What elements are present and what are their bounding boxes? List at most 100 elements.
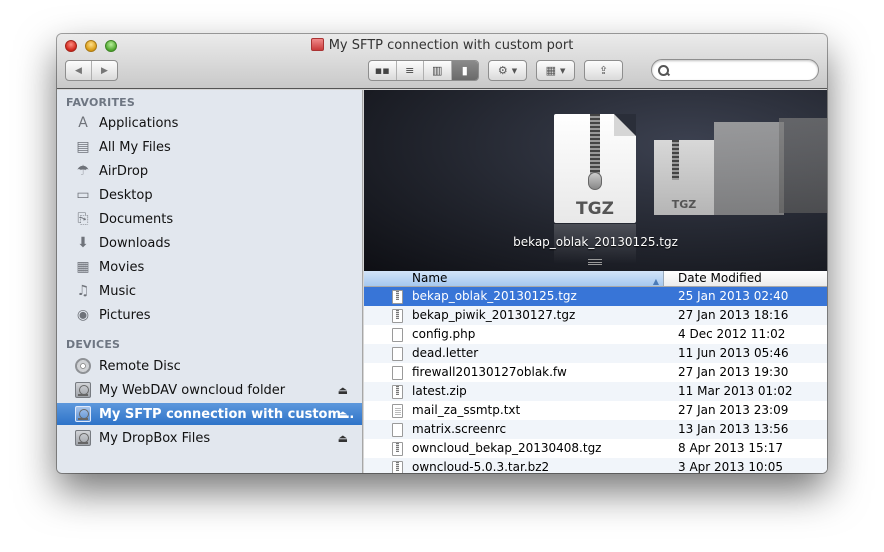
file-name-cell: matrix.screenrc bbox=[364, 420, 664, 439]
file-row[interactable]: bekap_oblak_20130125.tgz 25 Jan 2013 02:4… bbox=[364, 287, 827, 306]
icon-view-icon: ▪▪ bbox=[374, 64, 390, 77]
music-icon: ♫ bbox=[76, 283, 90, 299]
file-date-modified: 4 Dec 2012 11:02 bbox=[678, 327, 786, 341]
network-disk-icon bbox=[75, 406, 91, 422]
downloads-icon: ⬇ bbox=[77, 235, 89, 251]
file-row[interactable]: dead.letter 11 Jun 2013 05:46 bbox=[364, 344, 827, 363]
sidebar-item-pictures[interactable]: ◉ Pictures bbox=[57, 304, 362, 326]
file-date-modified: 11 Jun 2013 05:46 bbox=[678, 346, 789, 360]
sidebar-item-dropbox[interactable]: My DropBox Files ⏏ bbox=[57, 427, 362, 449]
sidebar-item-label: My SFTP connection with custom… bbox=[99, 406, 355, 422]
sidebar-item-desktop[interactable]: ▭ Desktop bbox=[57, 184, 362, 206]
document-file-icon bbox=[392, 327, 403, 342]
eject-icon[interactable]: ⏏ bbox=[338, 384, 348, 397]
sidebar-item-remote-disc[interactable]: Remote Disc bbox=[57, 355, 362, 377]
sidebar-item-all-my-files[interactable]: ▤ All My Files bbox=[57, 136, 362, 158]
file-name-cell: bekap_piwik_20130127.tgz bbox=[364, 306, 664, 325]
sidebar-item-label: Movies bbox=[99, 259, 145, 275]
cover-flow-icon: ▮ bbox=[461, 64, 468, 77]
network-disk-icon bbox=[75, 382, 91, 398]
file-row[interactable]: config.php 4 Dec 2012 11:02 bbox=[364, 325, 827, 344]
file-name: firewall20130127oblak.fw bbox=[412, 365, 567, 379]
file-name-cell: dead.letter bbox=[364, 344, 664, 363]
zipper-pull-icon bbox=[588, 172, 602, 190]
file-date-modified: 25 Jan 2013 02:40 bbox=[678, 289, 789, 303]
title-bar: My SFTP connection with custom port ◀ ▶ … bbox=[57, 34, 827, 89]
file-name: owncloud-5.0.3.tar.bz2 bbox=[412, 460, 550, 473]
column-view-button[interactable]: ▥ bbox=[423, 61, 451, 80]
name-column-header[interactable]: Name ▲ bbox=[364, 271, 664, 286]
network-disk-icon bbox=[75, 430, 91, 446]
search-field[interactable] bbox=[651, 59, 819, 81]
sidebar-item-documents[interactable]: ⎘ Documents bbox=[57, 208, 362, 230]
favorites-header: FAVORITES bbox=[66, 96, 135, 109]
document-file-icon bbox=[392, 422, 403, 437]
archive-file-side-icon[interactable]: TGZ bbox=[654, 140, 714, 215]
file-name: latest.zip bbox=[412, 384, 467, 398]
archive-file-icon bbox=[392, 289, 403, 304]
documents-icon: ⎘ bbox=[77, 211, 89, 227]
file-row[interactable]: bekap_piwik_20130127.tgz 27 Jan 2013 18:1… bbox=[364, 306, 827, 325]
sidebar-item-movies[interactable]: ▦ Movies bbox=[57, 256, 362, 278]
action-menu-button[interactable]: ⚙ ▼ bbox=[488, 60, 527, 81]
file-name-cell: bekap_oblak_20130125.tgz bbox=[364, 287, 664, 306]
text-file-icon bbox=[392, 403, 403, 418]
share-icon: ⇪ bbox=[598, 64, 609, 77]
list-view-button[interactable]: ≡ bbox=[395, 61, 424, 80]
file-date-modified: 27 Jan 2013 19:30 bbox=[678, 365, 789, 379]
forward-button[interactable]: ▶ bbox=[91, 61, 117, 80]
sidebar-item-music[interactable]: ♫ Music bbox=[57, 280, 362, 302]
sidebar-item-label: Desktop bbox=[99, 187, 153, 203]
file-row[interactable]: mail_za_ssmtp.txt 27 Jan 2013 23:09 bbox=[364, 401, 827, 420]
file-type-label: TGZ bbox=[576, 199, 614, 219]
window-title-text: My SFTP connection with custom port bbox=[328, 38, 574, 53]
file-type-label: TGZ bbox=[671, 198, 697, 211]
file-side-icon[interactable] bbox=[779, 118, 827, 213]
archive-file-icon bbox=[392, 441, 403, 456]
sidebar-item-downloads[interactable]: ⬇ Downloads bbox=[57, 232, 362, 254]
file-side-icon[interactable] bbox=[714, 122, 784, 215]
file-name: owncloud_bekap_20130408.tgz bbox=[412, 441, 602, 455]
cover-flow-caption: bekap_oblak_20130125.tgz bbox=[513, 235, 678, 249]
zipper-icon bbox=[590, 114, 600, 174]
view-switcher: ▪▪ ≡ ▥ ▮ bbox=[368, 60, 479, 81]
eject-icon[interactable]: ⏏ bbox=[338, 432, 348, 445]
resize-grip-handle[interactable] bbox=[588, 259, 602, 265]
forward-arrow-icon: ▶ bbox=[101, 65, 108, 76]
file-row[interactable]: firewall20130127oblak.fw 27 Jan 2013 19:3… bbox=[364, 363, 827, 382]
file-row[interactable]: owncloud-5.0.3.tar.bz2 3 Apr 2013 10:05 bbox=[364, 458, 827, 473]
share-button[interactable]: ⇪ bbox=[584, 60, 623, 81]
file-row[interactable]: latest.zip 11 Mar 2013 01:02 bbox=[364, 382, 827, 401]
sidebar-item-label: Documents bbox=[99, 211, 174, 227]
icon-view-button[interactable]: ▪▪ bbox=[369, 61, 396, 80]
archive-file-icon bbox=[392, 308, 403, 323]
sidebar-item-airdrop[interactable]: ☂ AirDrop bbox=[57, 160, 362, 182]
sidebar-item-webdav[interactable]: My WebDAV owncloud folder ⏏ bbox=[57, 379, 362, 401]
archive-file-preview-icon[interactable]: TGZ bbox=[554, 114, 636, 223]
eject-icon[interactable]: ⏏ bbox=[338, 408, 348, 421]
cover-flow-view-button[interactable]: ▮ bbox=[450, 61, 478, 80]
search-input[interactable] bbox=[663, 63, 818, 77]
arrange-grid-icon: ▦ bbox=[545, 64, 556, 77]
file-name: config.php bbox=[412, 327, 476, 341]
sidebar-item-label: My WebDAV owncloud folder bbox=[99, 382, 286, 398]
file-name-cell: firewall20130127oblak.fw bbox=[364, 363, 664, 382]
file-rows: bekap_oblak_20130125.tgz 25 Jan 2013 02:4… bbox=[364, 287, 827, 473]
sidebar-item-applications[interactable]: A Applications bbox=[57, 112, 362, 134]
arrange-menu-button[interactable]: ▦ ▼ bbox=[536, 60, 575, 81]
file-date-modified: 3 Apr 2013 10:05 bbox=[678, 460, 783, 473]
file-name: dead.letter bbox=[412, 346, 479, 360]
archive-file-icon bbox=[392, 384, 403, 399]
date-modified-column-header[interactable]: Date Modified bbox=[664, 271, 827, 286]
file-row[interactable]: matrix.screenrc 13 Jan 2013 13:56 bbox=[364, 420, 827, 439]
file-date-modified: 13 Jan 2013 13:56 bbox=[678, 422, 789, 436]
back-button[interactable]: ◀ bbox=[66, 61, 91, 80]
sidebar-item-label: My DropBox Files bbox=[99, 430, 211, 446]
document-file-icon bbox=[392, 346, 403, 361]
movies-icon: ▦ bbox=[76, 259, 90, 275]
file-row[interactable]: owncloud_bekap_20130408.tgz 8 Apr 2013 15… bbox=[364, 439, 827, 458]
pictures-icon: ◉ bbox=[76, 307, 90, 323]
sidebar-item-sftp[interactable]: My SFTP connection with custom… ⏏ bbox=[57, 403, 362, 425]
window-title: My SFTP connection with custom port bbox=[57, 37, 827, 55]
cover-flow-preview[interactable]: TGZ TGZ bekap_oblak_20130125.tgz bbox=[364, 90, 827, 271]
